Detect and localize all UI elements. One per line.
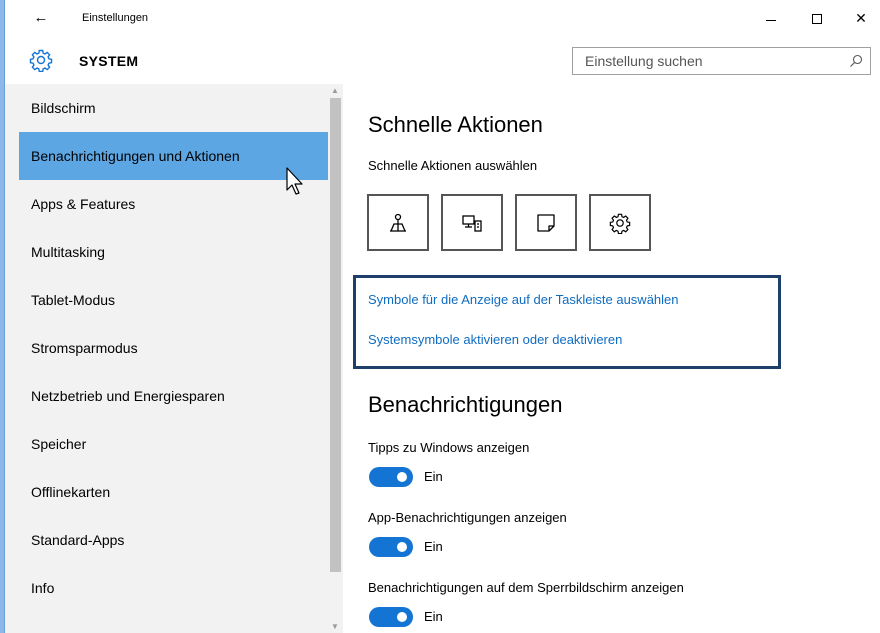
sidebar-item-label: Benachrichtigungen und Aktionen: [31, 148, 240, 164]
sidebar-item-stromsparmodus[interactable]: Stromsparmodus: [19, 324, 328, 372]
mouse-cursor-icon: [286, 167, 303, 195]
toggle-knob: [397, 612, 407, 622]
sidebar-item-speicher[interactable]: Speicher: [19, 420, 328, 468]
sidebar-item-label: Standard-Apps: [31, 532, 125, 548]
back-arrow-icon[interactable]: ←: [31, 9, 51, 26]
sidebar-item-offlinekarten[interactable]: Offlinekarten: [19, 468, 328, 516]
scroll-thumb[interactable]: [330, 98, 341, 572]
sidebar-item-bildschirm[interactable]: Bildschirm: [19, 84, 328, 132]
sidebar-item-multitasking[interactable]: Multitasking: [19, 228, 328, 276]
sidebar-item-label: Netzbetrieb und Energiesparen: [31, 388, 225, 404]
sidebar-item-label: Apps & Features: [31, 196, 136, 212]
setting-label-tips: Tipps zu Windows anzeigen: [368, 440, 530, 455]
search-icon[interactable]: [848, 53, 864, 69]
sidebar-item-label: Info: [31, 580, 55, 596]
quick-action-tile-project[interactable]: [441, 194, 503, 251]
setting-label-lockscreen: Benachrichtigungen auf dem Sperrbildschi…: [368, 580, 684, 595]
project-icon: [462, 214, 482, 232]
note-icon: [537, 213, 555, 232]
main-content: Schnelle Aktionen Schnelle Aktionen ausw…: [343, 84, 880, 633]
quick-actions-label: Schnelle Aktionen auswählen: [368, 158, 538, 173]
minimize-button[interactable]: [748, 0, 794, 38]
settings-gear-icon: [609, 213, 631, 234]
toggle-knob: [397, 472, 407, 482]
links-highlight-box: [353, 275, 781, 369]
page-title: SYSTEM: [79, 53, 139, 69]
system-icons-link[interactable]: Systemsymbole aktivieren oder deaktivier…: [368, 332, 622, 347]
quick-action-tile-note[interactable]: [515, 194, 577, 251]
title-bar: ← Einstellungen ✕: [5, 0, 880, 38]
quick-actions-title: Schnelle Aktionen: [368, 112, 543, 137]
toggle-knob: [397, 542, 407, 552]
app-notifications-toggle-state: Ein: [424, 539, 443, 554]
sidebar-item-label: Speicher: [31, 436, 87, 452]
sidebar-item-netzbetrieb[interactable]: Netzbetrieb und Energiesparen: [19, 372, 328, 420]
maximize-icon: [812, 14, 822, 24]
quick-action-tile-connect[interactable]: [367, 194, 429, 251]
sidebar-scrollbar[interactable]: ▲ ▼: [328, 84, 343, 633]
sidebar-item-label: Offlinekarten: [31, 484, 111, 500]
lockscreen-toggle-state: Ein: [424, 609, 443, 624]
close-icon: ✕: [855, 11, 867, 27]
page-header: SYSTEM: [5, 38, 880, 82]
sidebar-item-apps-features[interactable]: Apps & Features: [19, 180, 328, 228]
sidebar-item-label: Tablet-Modus: [31, 292, 116, 308]
sidebar-item-info[interactable]: Info: [19, 564, 328, 612]
app-notifications-toggle[interactable]: [369, 537, 413, 557]
sidebar-item-benachrichtigungen[interactable]: Benachrichtigungen und Aktionen: [19, 132, 328, 180]
sidebar-item-label: Bildschirm: [31, 100, 96, 116]
minimize-icon: [766, 19, 776, 21]
sidebar-item-standard-apps[interactable]: Standard-Apps: [19, 516, 328, 564]
scroll-down-icon[interactable]: ▼: [331, 622, 339, 631]
quick-action-tile-settings[interactable]: [589, 194, 651, 251]
tips-toggle[interactable]: [369, 467, 413, 487]
setting-label-app-notifications: App-Benachrichtigungen anzeigen: [368, 510, 567, 525]
maximize-button[interactable]: [794, 0, 840, 38]
connect-icon: [390, 213, 406, 232]
gear-icon: [29, 49, 53, 72]
scroll-up-icon[interactable]: ▲: [331, 86, 339, 95]
sidebar-item-label: Multitasking: [31, 244, 105, 260]
taskbar-icons-link[interactable]: Symbole für die Anzeige auf der Taskleis…: [368, 292, 679, 307]
tips-toggle-state: Ein: [424, 469, 443, 484]
notifications-title: Benachrichtigungen: [368, 392, 563, 417]
search-input[interactable]: [573, 48, 838, 74]
window-title: Einstellungen: [82, 12, 149, 24]
sidebar-item-label: Stromsparmodus: [31, 340, 138, 356]
close-button[interactable]: ✕: [838, 0, 880, 38]
settings-window: ← Einstellungen ✕ SYSTEM Einstellung suc…: [4, 0, 880, 633]
lockscreen-toggle[interactable]: [369, 607, 413, 627]
sidebar-item-tablet-modus[interactable]: Tablet-Modus: [19, 276, 328, 324]
search-box[interactable]: [572, 47, 871, 75]
